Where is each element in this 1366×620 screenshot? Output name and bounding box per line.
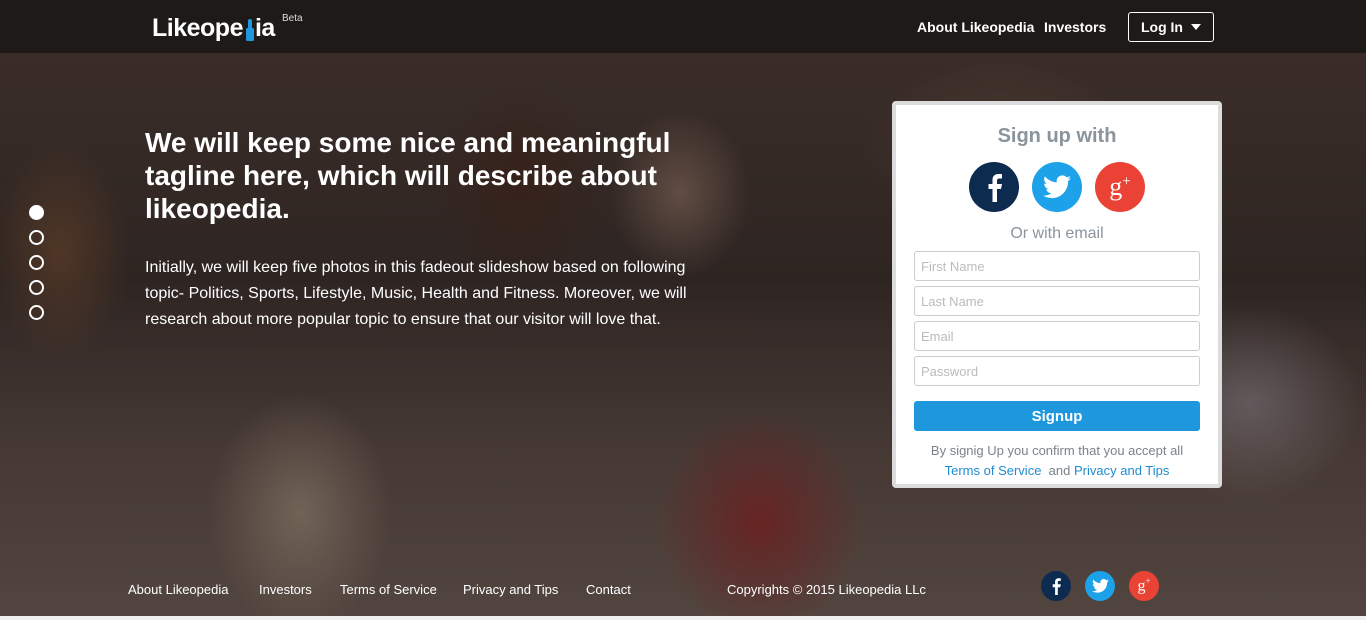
hero-description: Initially, we will keep five photos in t… xyxy=(145,259,687,328)
copyright-text: Copyrights © 2015 Likeopedia LLc xyxy=(727,582,926,597)
footer-contact-link[interactable]: Contact xyxy=(586,582,631,597)
thumb-up-icon xyxy=(244,18,254,42)
footer-twitter-button[interactable] xyxy=(1085,571,1115,601)
or-with-email-label: Or with email xyxy=(1010,225,1104,242)
privacy-and-tips-link[interactable]: Privacy and Tips xyxy=(1074,463,1169,478)
slide-dot-5[interactable] xyxy=(29,305,44,320)
footer-social-icons: g+ xyxy=(1041,571,1159,601)
slide-dot-2[interactable] xyxy=(29,230,44,245)
terms-text: By signig Up you confirm that you accept… xyxy=(896,441,1218,481)
slide-dot-4[interactable] xyxy=(29,280,44,295)
logo[interactable]: Likeope ia Beta xyxy=(152,9,303,43)
footer-privacy-link[interactable]: Privacy and Tips xyxy=(463,582,558,597)
footer-investors-link[interactable]: Investors xyxy=(259,582,312,597)
facebook-icon xyxy=(988,174,1002,202)
nav-investors[interactable]: Investors xyxy=(1044,19,1106,35)
footer-facebook-button[interactable] xyxy=(1041,571,1071,601)
hero-tagline: We will keep some nice and meaningful ta… xyxy=(145,127,671,224)
signup-button[interactable]: Signup xyxy=(914,401,1200,431)
footer-about-link[interactable]: About Likeopedia xyxy=(128,582,228,597)
top-navigation-bar: Likeope ia Beta About Likeopedia Investo… xyxy=(0,0,1366,53)
password-input[interactable] xyxy=(914,356,1200,386)
signup-title: Sign up with xyxy=(997,125,1117,147)
terms-and: and xyxy=(1048,463,1071,478)
google-plus-signup-button[interactable]: g+ xyxy=(1095,162,1145,212)
twitter-signup-button[interactable] xyxy=(1032,162,1082,212)
google-plus-icon: g+ xyxy=(1137,576,1151,595)
twitter-icon xyxy=(1091,579,1109,593)
login-button[interactable]: Log In xyxy=(1128,12,1214,42)
bottom-strip xyxy=(0,616,1366,620)
slide-dot-3[interactable] xyxy=(29,255,44,270)
caret-down-icon xyxy=(1191,24,1201,30)
login-label: Log In xyxy=(1141,19,1183,35)
first-name-input[interactable] xyxy=(914,251,1200,281)
footer-terms-link[interactable]: Terms of Service xyxy=(340,582,437,597)
logo-text-right: ia xyxy=(254,14,275,42)
nav-about-likeopedia[interactable]: About Likeopedia xyxy=(917,19,1034,35)
social-signup-row: g+ xyxy=(969,162,1145,212)
google-plus-icon: g+ xyxy=(1109,172,1131,201)
footer-google-plus-button[interactable]: g+ xyxy=(1129,571,1159,601)
logo-beta-label: Beta xyxy=(282,13,303,24)
slide-dot-1[interactable] xyxy=(29,205,44,220)
terms-prefix: By signig Up you confirm that you accept… xyxy=(930,443,1184,458)
facebook-icon xyxy=(1052,578,1061,595)
facebook-signup-button[interactable] xyxy=(969,162,1019,212)
email-input[interactable] xyxy=(914,321,1200,351)
last-name-input[interactable] xyxy=(914,286,1200,316)
signup-card: Sign up with g+ Or with email Signup By … xyxy=(892,101,1222,488)
logo-text-left: Likeope xyxy=(152,14,243,42)
slideshow-dots xyxy=(29,205,44,320)
twitter-icon xyxy=(1043,175,1071,199)
terms-of-service-link[interactable]: Terms of Service xyxy=(945,463,1042,478)
